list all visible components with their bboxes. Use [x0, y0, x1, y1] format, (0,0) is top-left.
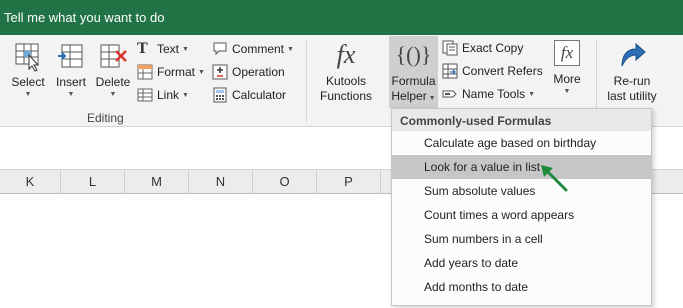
column-header[interactable]: K: [0, 170, 61, 194]
chevron-down-icon: ▼: [563, 88, 571, 95]
chevron-down-icon: ▼: [182, 45, 189, 53]
text-label: Text: [157, 42, 180, 56]
tell-me-search[interactable]: Tell me what you want to do: [4, 10, 164, 25]
column-header[interactable]: N: [189, 170, 253, 194]
calculator-icon: [213, 87, 227, 103]
delete-icon: [100, 44, 127, 68]
menu-item[interactable]: Sum absolute values: [392, 179, 651, 203]
exact-copy-label: Exact Copy: [462, 41, 524, 55]
convert-refers-icon: [442, 63, 458, 79]
select-button[interactable]: Select ▼: [8, 41, 48, 99]
title-bar: Tell me what you want to do: [0, 0, 683, 35]
calculator-button[interactable]: Calculator: [212, 85, 286, 105]
link-label: Link: [157, 88, 180, 102]
formula-helper-dropdown: Commonly-used Formulas Calculate age bas…: [391, 108, 652, 306]
editing-group-label: Editing: [87, 111, 124, 125]
convert-refers-button[interactable]: Convert Refers: [442, 61, 543, 81]
dropdown-header: Commonly-used Formulas: [392, 109, 651, 131]
name-tools-button[interactable]: Name Tools ▼: [442, 84, 535, 104]
rerun-label-2: last utility: [607, 89, 657, 103]
formula-helper-label: Formula: [391, 74, 436, 88]
formula-braces-icon: {()}: [395, 42, 432, 67]
chevron-down-icon: ▼: [182, 91, 189, 99]
annotation-arrow-icon: [541, 165, 568, 192]
name-tools-label: Name Tools: [462, 87, 526, 101]
format-icon: [137, 64, 153, 80]
menu-item[interactable]: Add months to date: [392, 275, 651, 299]
chevron-down-icon: ▼: [287, 45, 294, 53]
insert-label: Insert: [55, 75, 86, 89]
name-tools-icon: [442, 90, 457, 98]
select-label: Select: [11, 75, 45, 89]
exact-copy-icon: [442, 40, 458, 56]
operation-icon: [212, 64, 228, 80]
comment-button[interactable]: Comment ▼: [212, 39, 294, 59]
more-fx-icon: fx: [554, 40, 580, 66]
operation-button[interactable]: Operation: [212, 62, 285, 82]
menu-item[interactable]: Calculate age based on birthday: [392, 131, 651, 155]
menu-item[interactable]: Sum numbers in a cell: [392, 227, 651, 251]
comment-icon: [213, 42, 227, 56]
rerun-icon: [621, 42, 646, 67]
kutools-functions-label-2: Functions: [319, 89, 373, 103]
kutools-functions-label: Kutools: [325, 74, 367, 88]
text-icon: T: [137, 40, 148, 57]
menu-item-highlighted[interactable]: Look for a value in list: [392, 155, 651, 179]
insert-icon: [58, 44, 83, 68]
kutools-functions-button[interactable]: fx Kutools Functions: [314, 40, 378, 104]
more-button[interactable]: fx More ▼: [546, 40, 588, 96]
format-label: Format: [157, 65, 196, 79]
column-header[interactable]: P: [317, 170, 381, 194]
calculator-label: Calculator: [232, 88, 287, 102]
select-cells-icon: [15, 43, 40, 72]
chevron-down-icon: ▼: [24, 91, 32, 98]
link-icon: [137, 88, 153, 102]
convert-refers-label: Convert Refers: [462, 64, 543, 78]
operation-label: Operation: [232, 65, 285, 79]
chevron-down-icon: ▼: [426, 95, 436, 102]
more-label: More: [553, 72, 581, 86]
link-button[interactable]: Link ▼: [137, 85, 189, 105]
column-header[interactable]: M: [125, 170, 189, 194]
insert-button[interactable]: Insert ▼: [52, 41, 90, 99]
chevron-down-icon: ▼: [109, 91, 117, 98]
menu-item[interactable]: Add years to date: [392, 251, 651, 275]
formula-helper-button[interactable]: {()} Formula Helper ▼: [389, 36, 438, 108]
delete-button[interactable]: Delete ▼: [94, 41, 132, 99]
rerun-label: Re-run: [613, 74, 651, 88]
menu-item[interactable]: Count times a word appears: [392, 203, 651, 227]
group-separator: [306, 40, 307, 122]
fx-icon: fx: [336, 40, 356, 69]
exact-copy-button[interactable]: Exact Copy: [442, 38, 523, 58]
delete-label: Delete: [95, 75, 131, 89]
chevron-down-icon: ▼: [198, 68, 205, 76]
chevron-down-icon: ▼: [528, 90, 536, 98]
text-button[interactable]: T Text ▼: [137, 39, 189, 59]
column-header[interactable]: O: [253, 170, 317, 194]
format-button[interactable]: Format ▼: [137, 62, 205, 82]
chevron-down-icon: ▼: [67, 91, 75, 98]
comment-label: Comment: [232, 42, 285, 56]
formula-helper-label-2: Helper ▼: [391, 89, 436, 103]
rerun-last-utility-button[interactable]: Re-run last utility: [601, 40, 663, 104]
column-header[interactable]: L: [61, 170, 125, 194]
